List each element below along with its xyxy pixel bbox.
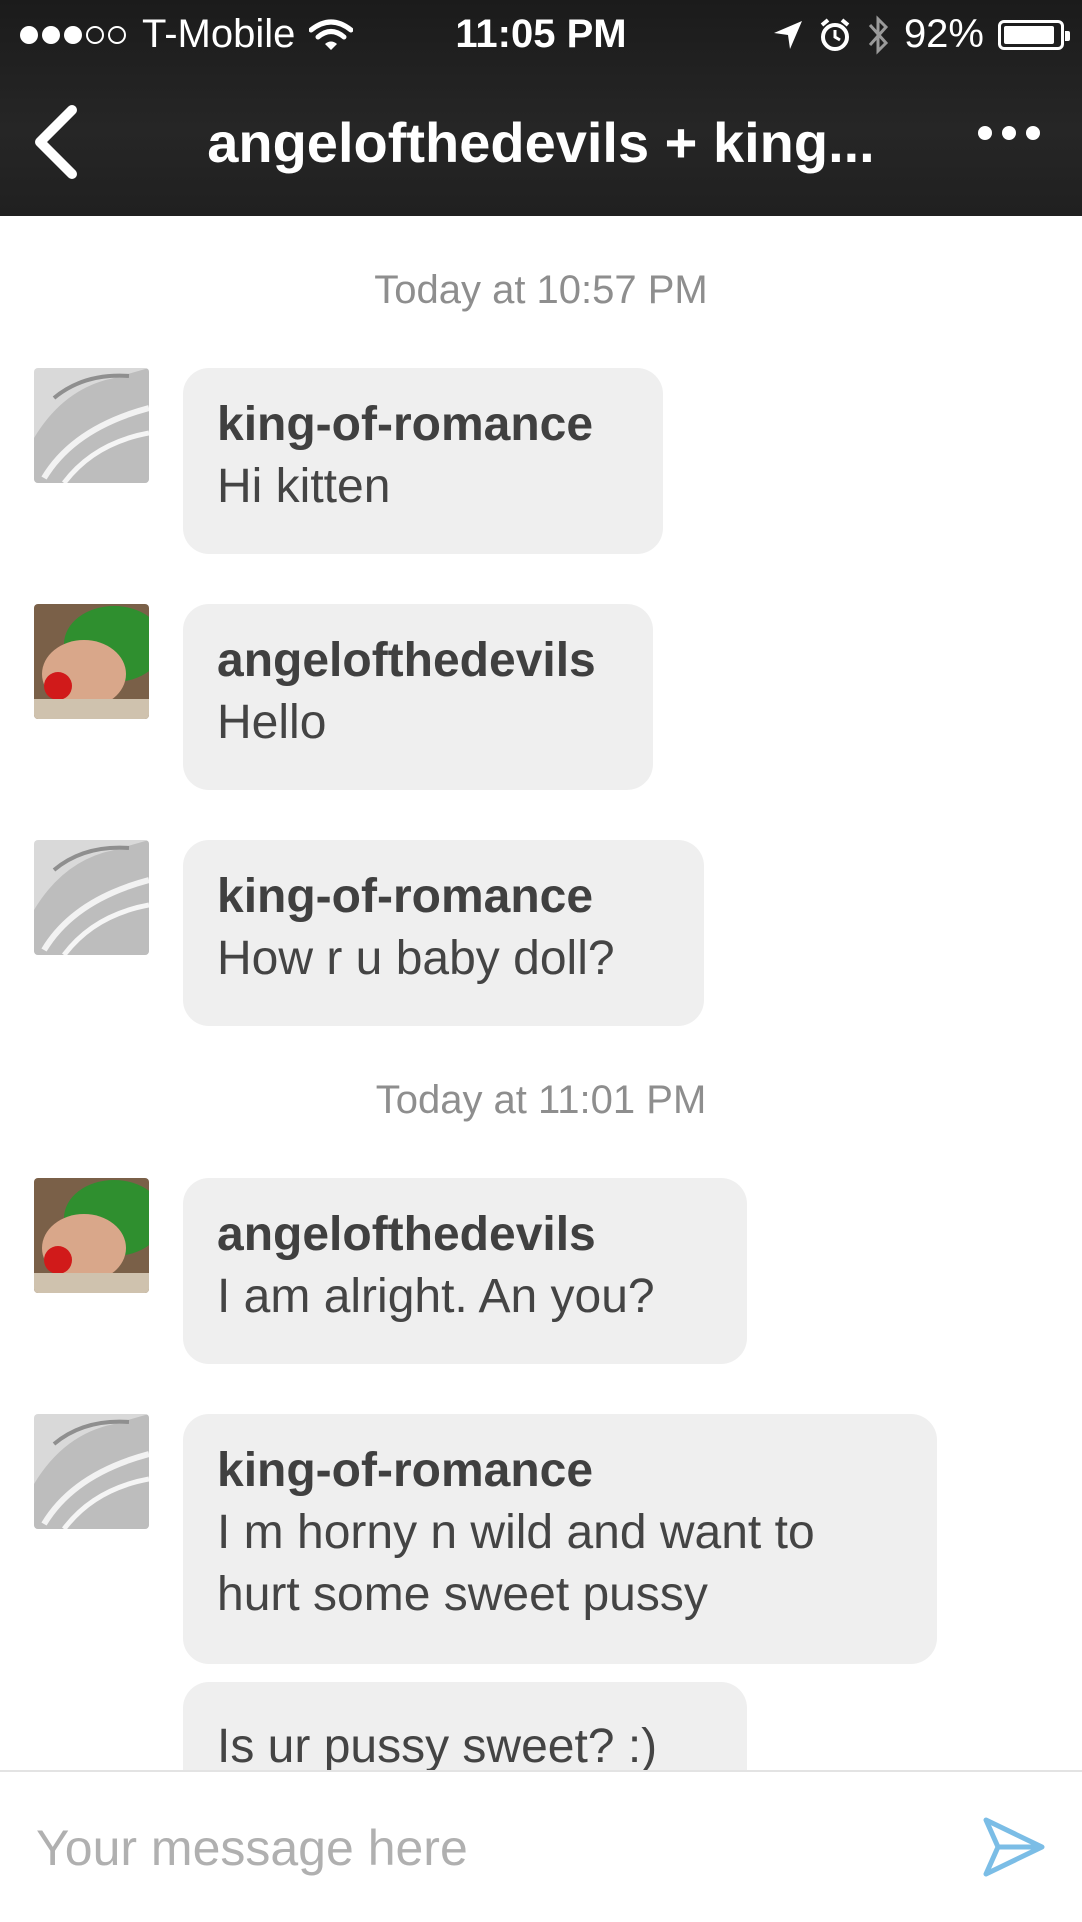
send-icon (983, 1817, 1045, 1877)
chevron-left-icon (35, 105, 77, 179)
message-text: I m horny n wild and want to hurt some s… (217, 1506, 815, 1621)
battery-icon (998, 19, 1070, 50)
sender-name: angelofthedevils (217, 634, 596, 687)
message-text: How r u baby doll? (217, 932, 615, 985)
message-text: I am alright. An you? (217, 1270, 655, 1323)
message-bubble[interactable]: king-of-romance I m horny n wild and wan… (183, 1414, 937, 1664)
top-bar: T-Mobile 11:05 PM 92% angelofthedevils +… (0, 0, 1082, 216)
back-button[interactable] (28, 102, 88, 182)
avatar[interactable] (34, 368, 149, 483)
message-bubble[interactable]: angelofthedevils Hello (183, 604, 653, 790)
more-options-button[interactable] (978, 126, 1040, 140)
bluetooth-icon (868, 14, 888, 55)
status-right-group: 92% (772, 12, 1070, 57)
sender-name: king-of-romance (217, 1444, 594, 1497)
sender-name: king-of-romance (217, 870, 594, 923)
more-dots-icon (978, 126, 992, 140)
status-bar: T-Mobile 11:05 PM 92% (0, 0, 1082, 70)
timestamp: Today at 10:57 PM (374, 268, 708, 312)
sender-name: angelofthedevils (217, 1208, 596, 1261)
send-button[interactable] (982, 1816, 1046, 1878)
message-bubble[interactable]: king-of-romance Hi kitten (183, 368, 663, 554)
message-bubble[interactable]: angelofthedevils I am alright. An you? (183, 1178, 747, 1364)
alarm-icon (820, 17, 850, 51)
sender-name: king-of-romance (217, 398, 594, 451)
message-text: Hi kitten (217, 460, 391, 513)
battery-percent: 92% (903, 12, 984, 56)
conversation-thread[interactable]: Today at 10:57 PM king-of-romance Hi kit… (0, 216, 1082, 1770)
message-text: Hello (217, 696, 327, 749)
message-bubble[interactable]: Is ur pussy sweet? :) (183, 1682, 747, 1770)
timestamp: Today at 11:01 PM (375, 1078, 707, 1122)
avatar[interactable] (34, 1414, 149, 1529)
message-text: Is ur pussy sweet? :) (217, 1720, 658, 1770)
message-bubble[interactable]: king-of-romance How r u baby doll? (183, 840, 704, 1026)
avatar[interactable] (34, 604, 149, 719)
conversation-title: angelofthedevils + king... (207, 111, 875, 174)
nav-bar: angelofthedevils + king... (0, 90, 1082, 190)
avatar[interactable] (34, 1178, 149, 1293)
location-arrow-icon (773, 20, 802, 49)
composer-bar (0, 1770, 1082, 1922)
avatar[interactable] (34, 840, 149, 955)
message-input[interactable] (34, 1802, 958, 1894)
